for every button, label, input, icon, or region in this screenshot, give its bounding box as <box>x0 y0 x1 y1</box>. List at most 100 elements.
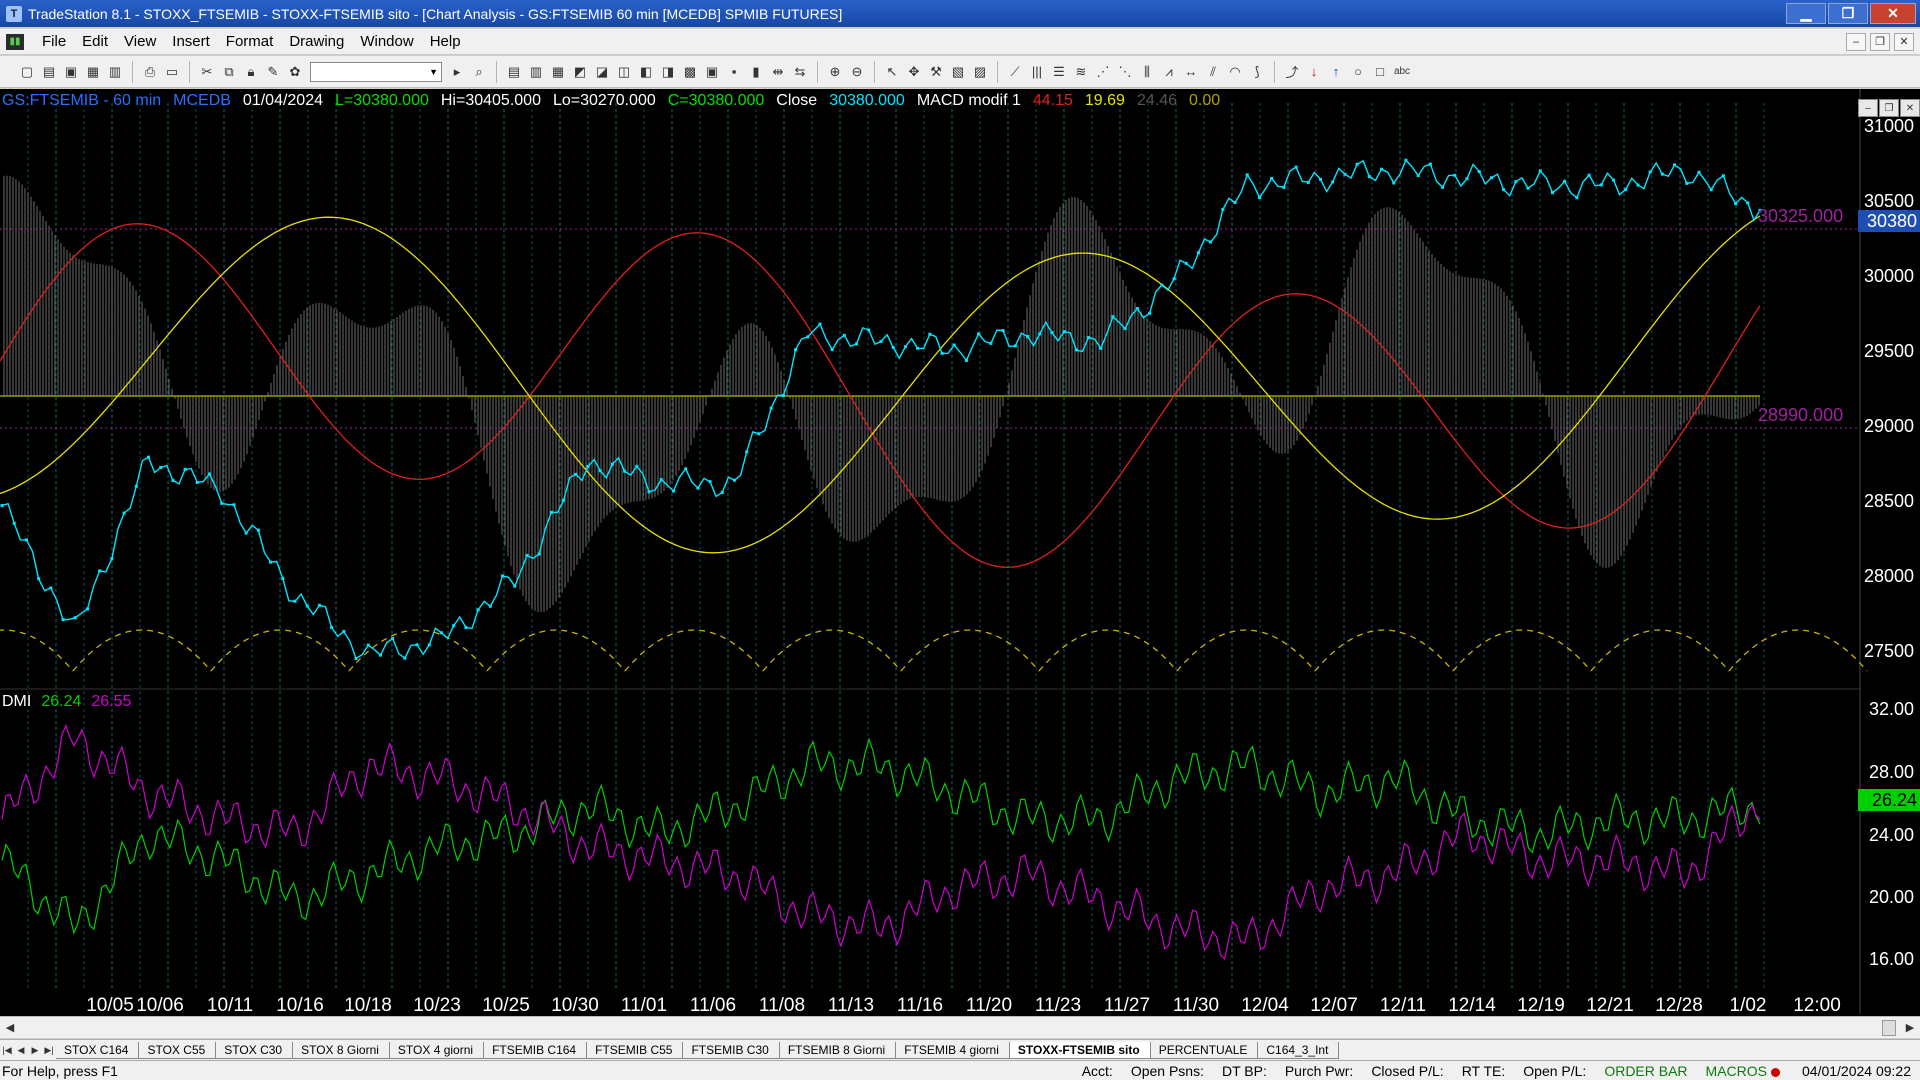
chart-area[interactable]: GS:FTSEMIB - 60 min MCEDB 01/04/2024 L=3038… <box>0 89 1920 1025</box>
tool-9-icon[interactable]: ▩ <box>681 63 699 81</box>
arrow-up-icon[interactable]: ↑ <box>1327 63 1345 81</box>
child-close-button[interactable]: ✕ <box>1894 32 1914 51</box>
trendline-icon[interactable]: ⟋ <box>1006 63 1024 81</box>
fibonacci-icon[interactable]: ⫼ <box>1138 63 1156 81</box>
maximize-button[interactable]: ❐ <box>1828 3 1868 24</box>
vertical-line-icon[interactable]: ↔ <box>1182 63 1200 81</box>
save-all-icon[interactable]: ▦ <box>84 63 102 81</box>
price-bar <box>476 608 480 612</box>
bars-icon[interactable]: ||| <box>1028 63 1046 81</box>
search-icon[interactable]: ⌕ <box>470 63 488 81</box>
arrow-icon[interactable]: ▸ <box>448 63 466 81</box>
tool-10-icon[interactable]: ▣ <box>703 63 721 81</box>
chart-restore-button[interactable]: ❐ <box>1879 99 1899 117</box>
chart-canvas[interactable] <box>0 89 1920 1014</box>
tool-6-icon[interactable]: ◫ <box>615 63 633 81</box>
wrench-icon[interactable]: ⚒ <box>927 63 945 81</box>
tool-7-icon[interactable]: ◧ <box>637 63 655 81</box>
tool-1-icon[interactable]: ▤ <box>505 63 523 81</box>
scroll-right-icon[interactable]: ▶ <box>1900 1018 1920 1038</box>
settings-icon[interactable]: ✿ <box>286 63 304 81</box>
tab-next-icon[interactable]: ▶ <box>28 1042 42 1058</box>
menu-file[interactable]: File <box>34 33 74 50</box>
speedline-icon[interactable]: ⋱ <box>1116 63 1134 81</box>
tab-stoxx-ftsemib-sito[interactable]: STOXX-FTSEMIB sito <box>1009 1041 1151 1059</box>
parallel-icon[interactable]: ⫽ <box>1204 63 1222 81</box>
menu-window[interactable]: Window <box>352 33 421 50</box>
child-restore-button[interactable]: ❐ <box>1870 32 1890 51</box>
tab-first-icon[interactable]: |◀ <box>0 1042 14 1058</box>
close-button[interactable]: ✕ <box>1870 3 1916 24</box>
child-minimize-button[interactable]: – <box>1846 32 1866 51</box>
tab-ftsemib-8-giorni[interactable]: FTSEMIB 8 Giorni <box>779 1041 897 1059</box>
insert-icon[interactable]: ▧ <box>949 63 967 81</box>
circle-icon[interactable]: ○ <box>1349 63 1367 81</box>
order-bar-button[interactable]: ORDER BAR <box>1595 1063 1696 1079</box>
zoom-in-icon[interactable]: ⊕ <box>826 63 844 81</box>
new-icon[interactable]: ▢ <box>18 63 36 81</box>
arc-icon[interactable]: ◠ <box>1226 63 1244 81</box>
arrow-down-icon[interactable]: ↓ <box>1305 63 1323 81</box>
print-icon[interactable]: ⎙ <box>141 63 159 81</box>
freehand-icon[interactable]: ⟆ <box>1248 63 1266 81</box>
curve-icon[interactable]: ⤴ <box>1283 63 1301 81</box>
tab-last-icon[interactable]: ▶| <box>42 1042 56 1058</box>
pointer-icon[interactable]: ↖ <box>883 63 901 81</box>
cursor-icon[interactable]: ✥ <box>905 63 923 81</box>
tab-ftsemib-c164[interactable]: FTSEMIB C164 <box>484 1041 588 1059</box>
minimize-button[interactable]: ▁ <box>1786 3 1826 24</box>
retracement-icon[interactable]: ⩘ <box>1160 63 1178 81</box>
horizontal-line-icon[interactable]: ☰ <box>1050 63 1068 81</box>
tab-stox-8-giorni[interactable]: STOX 8 Giorni <box>293 1041 390 1059</box>
lock-icon[interactable]: 🔒︎ <box>242 63 260 81</box>
save-icon[interactable]: ▣ <box>62 63 80 81</box>
chart-close-button[interactable]: ✕ <box>1900 99 1920 117</box>
scroll-left-icon[interactable]: ◀ <box>0 1018 20 1038</box>
tab-stox-c30[interactable]: STOX C30 <box>216 1041 294 1059</box>
menu-insert[interactable]: Insert <box>164 33 218 50</box>
horizontal-scrollbar[interactable]: ◀ ▶ <box>0 1016 1920 1038</box>
tool-4-icon[interactable]: ◩ <box>571 63 589 81</box>
abc-icon[interactable]: abc <box>1393 63 1411 81</box>
menu-edit[interactable]: Edit <box>74 33 116 50</box>
tool-2-icon[interactable]: ▥ <box>527 63 545 81</box>
tool-3-icon[interactable]: ▦ <box>549 63 567 81</box>
chart-window-icon[interactable]: ▮▮ <box>6 33 24 50</box>
chart-minimize-button[interactable]: – <box>1858 99 1878 117</box>
scroll-track[interactable] <box>20 1017 1882 1038</box>
open-icon[interactable]: ▤ <box>40 63 58 81</box>
macros-button[interactable]: MACROS <box>1697 1063 1793 1079</box>
tool-8-icon[interactable]: ◨ <box>659 63 677 81</box>
tab-ftsemib-c30[interactable]: FTSEMIB C30 <box>683 1041 780 1059</box>
tradestation-app-icon[interactable]: T <box>6 5 22 22</box>
tab-stox-c164[interactable]: STOX C164 <box>56 1041 140 1059</box>
zoom-out-icon[interactable]: ⊖ <box>848 63 866 81</box>
tab-ftsemib-4-giorni[interactable]: FTSEMIB 4 giorni <box>896 1041 1010 1059</box>
tab-prev-icon[interactable]: ◀ <box>14 1042 28 1058</box>
draw-icon[interactable]: ▨ <box>971 63 989 81</box>
print-preview-icon[interactable]: ▭ <box>163 63 181 81</box>
rectangle-icon[interactable]: □ <box>1371 63 1389 81</box>
tool-11-icon[interactable]: ▪ <box>725 63 743 81</box>
symbol-combo[interactable]: ▼ <box>310 61 442 82</box>
cut-icon[interactable]: ✂ <box>198 63 216 81</box>
channel-icon[interactable]: ≋ <box>1072 63 1090 81</box>
tool-12-icon[interactable]: ▮ <box>747 63 765 81</box>
tool-13-icon[interactable]: ⇹ <box>769 63 787 81</box>
tab-stox-c55[interactable]: STOX C55 <box>139 1041 217 1059</box>
menu-view[interactable]: View <box>116 33 164 50</box>
scroll-thumb[interactable] <box>1882 1019 1896 1036</box>
fan-icon[interactable]: ⋰ <box>1094 63 1112 81</box>
tab-c164-3-int[interactable]: C164_3_Int <box>1258 1041 1340 1059</box>
menu-help[interactable]: Help <box>422 33 469 50</box>
tab-ftsemib-c55[interactable]: FTSEMIB C55 <box>587 1041 684 1059</box>
tool-5-icon[interactable]: ◪ <box>593 63 611 81</box>
copy-icon[interactable]: ⧉ <box>220 63 238 81</box>
tab-stox-4-giorni[interactable]: STOX 4 giorni <box>389 1041 485 1059</box>
menu-format[interactable]: Format <box>218 33 282 50</box>
format-icon[interactable]: ✎ <box>264 63 282 81</box>
menu-drawing[interactable]: Drawing <box>281 33 352 50</box>
save-workspace-icon[interactable]: ▥ <box>106 63 124 81</box>
tool-14-icon[interactable]: ⇆ <box>791 63 809 81</box>
tab-percentuale[interactable]: PERCENTUALE <box>1150 1041 1259 1059</box>
